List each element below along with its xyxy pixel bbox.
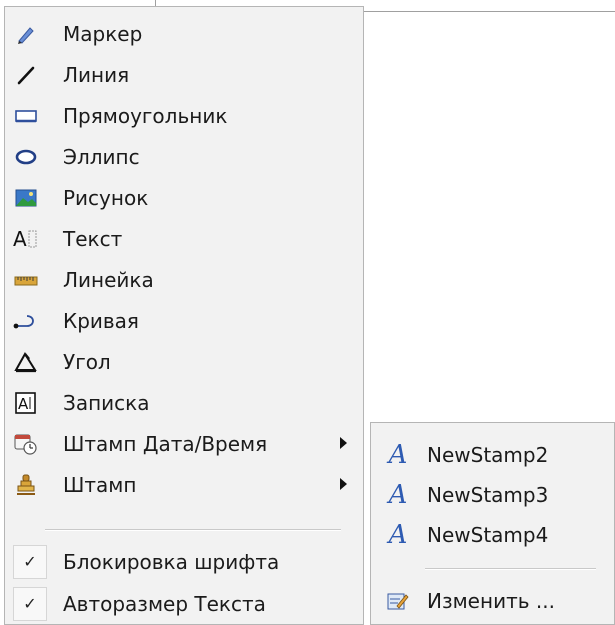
- menu-item-label: Штамп Дата/Время: [63, 431, 268, 456]
- menu-item-label: Прямоугольник: [63, 103, 228, 128]
- menu-item-date-time-stamp[interactable]: Штамп Дата/Время: [5, 423, 363, 464]
- text-icon: A: [13, 226, 39, 252]
- svg-text:A: A: [13, 227, 27, 251]
- stamp-submenu: A NewStamp2 A NewStamp3 A NewStamp4 Изме…: [370, 422, 615, 625]
- submenu-item-newstamp4[interactable]: A NewStamp4: [371, 515, 614, 555]
- rectangle-icon: [13, 103, 39, 129]
- note-icon: A: [13, 390, 39, 416]
- submenu-arrow-icon: [340, 437, 347, 449]
- stamp-icon: [13, 472, 39, 498]
- submenu-item-newstamp3[interactable]: A NewStamp3: [371, 475, 614, 515]
- submenu-item-newstamp2[interactable]: A NewStamp2: [371, 435, 614, 475]
- submenu-separator: [425, 568, 596, 570]
- menu-item-text[interactable]: A Текст: [5, 218, 363, 259]
- submenu-item-label: NewStamp3: [427, 483, 549, 507]
- menu-item-label: Маркер: [63, 21, 143, 46]
- line-icon: [13, 62, 39, 88]
- menu-item-label: Рисунок: [63, 185, 149, 210]
- ellipse-icon: [13, 144, 39, 170]
- submenu-item-label: NewStamp4: [427, 523, 549, 547]
- submenu-item-edit[interactable]: Изменить ...: [371, 581, 614, 621]
- menu-item-label: Штамп: [63, 472, 137, 497]
- stamp-a-icon: A: [388, 520, 408, 550]
- ruler-icon: [13, 267, 39, 293]
- menu-item-label: Линейка: [63, 267, 154, 292]
- menu-item-ruler[interactable]: Линейка: [5, 259, 363, 300]
- menu-item-picture[interactable]: Рисунок: [5, 177, 363, 218]
- menu-item-label: Текст: [63, 226, 123, 251]
- checkmark-icon: ✓: [13, 544, 47, 579]
- menu-item-note[interactable]: A Записка: [5, 382, 363, 423]
- menu-item-angle[interactable]: Угол: [5, 341, 363, 382]
- submenu-arrow-icon: [340, 478, 347, 490]
- submenu-item-label: Изменить ...: [427, 589, 555, 613]
- menu-item-line[interactable]: Линия: [5, 54, 363, 95]
- screen: Маркер Линия Прямоугольник Эллипс Рисуно: [0, 0, 615, 625]
- menu-item-autosize-text[interactable]: ✓ Авторазмер Текста: [5, 583, 363, 624]
- menu-item-rectangle[interactable]: Прямоугольник: [5, 95, 363, 136]
- stamp-a-icon: A: [388, 480, 408, 510]
- edit-icon: [385, 587, 411, 615]
- picture-icon: [13, 185, 39, 211]
- checkmark-icon: ✓: [13, 586, 47, 621]
- menu-item-label: Записка: [63, 390, 150, 415]
- menu-item-label: Линия: [63, 62, 130, 87]
- menu-item-curve[interactable]: Кривая: [5, 300, 363, 341]
- marker-icon: [13, 21, 39, 47]
- menu-item-label: Блокировка шрифта: [63, 549, 280, 574]
- menu-item-font-lock[interactable]: ✓ Блокировка шрифта: [5, 541, 363, 582]
- menu-separator: [45, 529, 341, 531]
- menu-item-ellipse[interactable]: Эллипс: [5, 136, 363, 177]
- stamp-a-icon: A: [388, 440, 408, 470]
- submenu-item-label: NewStamp2: [427, 443, 549, 467]
- menu-item-label: Угол: [63, 349, 111, 374]
- menu-item-marker[interactable]: Маркер: [5, 13, 363, 54]
- curve-icon: [13, 308, 39, 334]
- annotation-context-menu: Маркер Линия Прямоугольник Эллипс Рисуно: [4, 6, 364, 625]
- menu-item-label: Кривая: [63, 308, 139, 333]
- menu-item-stamp[interactable]: Штамп: [5, 464, 363, 505]
- angle-icon: [13, 349, 39, 375]
- date-time-stamp-icon: [13, 431, 39, 457]
- menu-item-label: Авторазмер Текста: [63, 591, 266, 616]
- menu-item-label: Эллипс: [63, 144, 140, 169]
- svg-text:A: A: [18, 395, 29, 413]
